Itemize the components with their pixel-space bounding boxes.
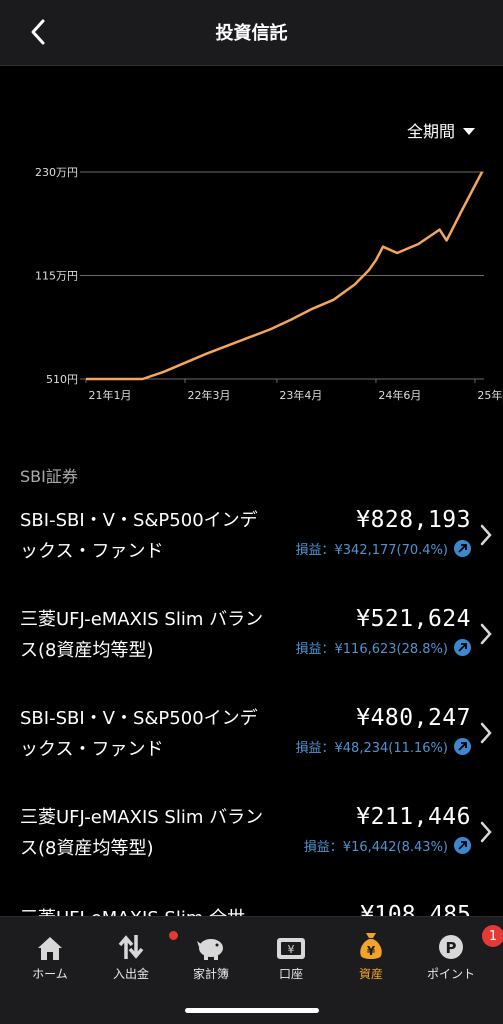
x-tick-label: 21年1月 [89,388,132,402]
fund-value: ¥211,446 [356,804,471,830]
wallet-icon: ¥ [277,938,305,959]
nav-header: 投資信託 [0,0,503,66]
fund-row[interactable]: SBI-SBI・V・S&P500インデックス・ファンド ¥828,193 損益：¥3… [0,505,503,603]
chevron-right-icon [480,623,492,645]
profit-loss: 損益：¥48,234(11.16%) [296,737,471,756]
point-icon: P [439,935,463,959]
period-label: 全期間 [406,122,455,141]
piggy-bank-icon [197,939,223,960]
tab-label: ポイント [426,967,475,981]
page-title: 投資信託 [215,23,288,44]
home-icon [38,937,62,960]
profit-loss: 損益：¥116,623(28.8%) [296,638,471,657]
x-tick-label: 22年3月 [188,388,231,402]
chevron-right-icon [480,722,492,744]
fund-row[interactable]: 三菱UFJ-eMAXIS Slim バランス(8資産均等型) ¥521,624 損益… [0,604,503,702]
svg-text:¥: ¥ [288,943,295,956]
fund-name: 三菱UFJ-eMAXIS Slim バランス(8資産均等型) [20,609,264,661]
y-tick-label: 510円 [46,373,78,386]
caret-down-icon [463,127,475,135]
x-tick-label: 25年8月 [477,388,503,402]
fund-name: SBI-SBI・V・S&P500インデックス・ファンド [20,510,258,562]
list-item-partial[interactable]: 三菱UFJ-eMAXIS Slim 全世 ¥108,485 [0,898,503,918]
tab-home[interactable]: ホーム [10,929,90,989]
transfer-icon [118,935,144,959]
arrow-up-right-icon [454,738,471,755]
profit-loss-text: 損益：¥48,234(11.16%) [295,741,448,756]
tab-label: 資産 [358,967,383,981]
fund-name: 三菱UFJ-eMAXIS Slim バランス(8資産均等型) [20,807,264,859]
tab-label: ホーム [32,967,68,981]
period-selector[interactable]: 全期間 [407,118,475,142]
fund-name: SBI-SBI・V・S&P500インデックス・ファンド [20,708,258,760]
chevron-right-icon [480,821,492,843]
home-indicator [185,1008,319,1013]
svg-text:¥: ¥ [367,944,376,958]
tab-assets[interactable]: ¥ 資産 [331,929,411,989]
y-tick-label: 230万円 [35,166,78,179]
arrow-up-right-icon [454,639,471,656]
profit-loss: 損益：¥16,442(8.43%) [304,836,471,855]
arrow-up-right-icon [454,540,471,557]
y-tick-label: 115万円 [35,270,78,283]
tab-points[interactable]: P 1 ポイント [411,925,503,989]
tab-account[interactable]: ¥ 口座 [251,929,331,989]
fund-value: ¥521,624 [356,606,471,632]
fund-value: ¥828,193 [356,507,471,533]
tab-label: 家計簿 [192,967,229,981]
profit-loss-text: 損益：¥342,177(70.4%) [295,543,448,558]
x-tick-label: 24年6月 [378,388,421,402]
tab-label: 口座 [278,967,303,981]
broker-label: SBI証券 [20,467,78,486]
profit-loss-text: 損益：¥16,442(8.43%) [303,840,448,855]
fund-row[interactable]: SBI-SBI・V・S&P500インデックス・ファンド ¥480,247 損益：¥4… [0,703,503,801]
profit-loss-text: 損益：¥116,623(28.8%) [295,642,448,657]
fund-value: ¥480,247 [356,705,471,731]
chevron-right-icon [480,524,492,546]
arrow-up-right-icon [454,837,471,854]
svg-text:P: P [446,939,457,957]
money-bag-icon: ¥ [360,933,382,959]
notification-badge: 1 [482,925,503,947]
tab-household[interactable]: 家計簿 [171,929,251,989]
fund-row[interactable]: 三菱UFJ-eMAXIS Slim バランス(8資産均等型) ¥211,446 損益… [0,802,503,900]
tab-transfer[interactable]: 入出金 [91,929,178,989]
x-tick-label: 23年4月 [279,388,322,402]
asset-chart: 230万円 115万円 510円 21年1月 22年3月 23年4月 24年6月 25年8月 [35,166,503,402]
profit-loss: 損益：¥342,177(70.4%) [296,539,471,558]
tab-label: 入出金 [112,967,149,981]
